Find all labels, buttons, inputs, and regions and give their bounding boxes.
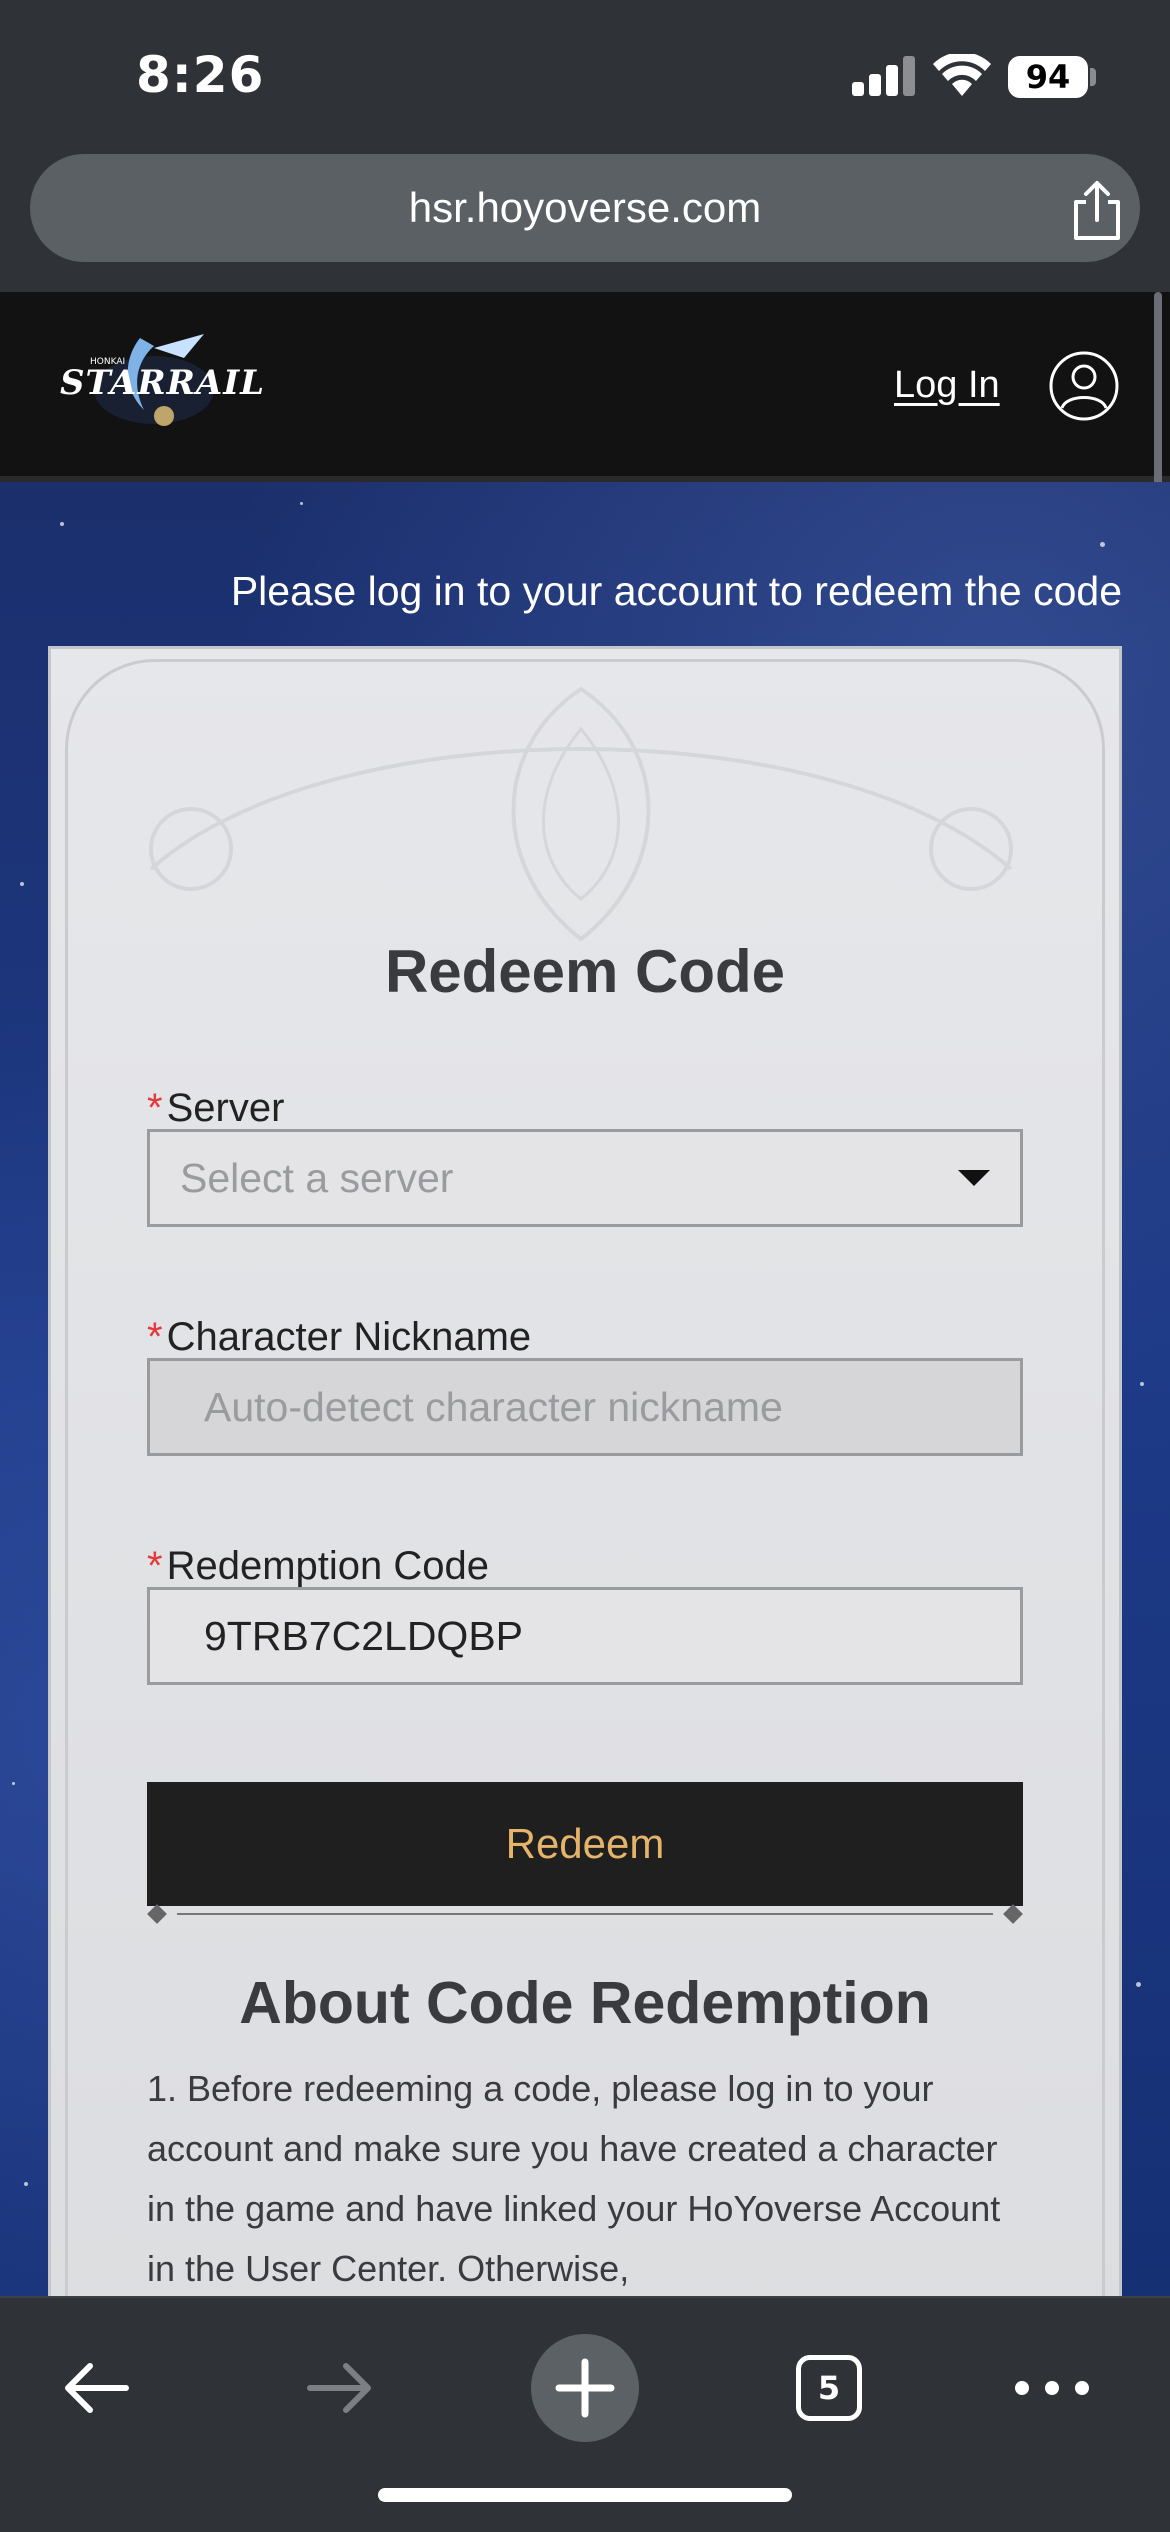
status-time: 8:26 — [136, 46, 265, 104]
signal-icon — [852, 56, 918, 96]
battery-indicator: 94 — [1008, 56, 1088, 98]
nickname-label: * Character Nickname — [147, 1315, 531, 1360]
star — [12, 1782, 15, 1785]
battery-cap — [1090, 68, 1096, 86]
card-ornament — [149, 686, 1013, 942]
forward-button[interactable] — [280, 2328, 400, 2448]
code-label: * Redemption Code — [147, 1544, 489, 1589]
home-indicator — [378, 2488, 792, 2502]
tabs-button[interactable]: 5 — [769, 2328, 889, 2448]
login-prompt: Please log in to your account to redeem … — [230, 568, 1122, 614]
star — [300, 502, 303, 505]
server-select[interactable]: Select a server — [147, 1129, 1023, 1227]
star — [1136, 1982, 1141, 1987]
new-tab-button[interactable] — [525, 2328, 645, 2448]
content-area: Please log in to your account to redeem … — [0, 482, 1170, 2296]
back-icon — [65, 2363, 129, 2413]
svg-text:STARRAIL: STARRAIL — [60, 363, 265, 403]
browser-url-bar: hsr.hoyoverse.com — [0, 150, 1170, 292]
about-text: 1. Before redeeming a code, please log i… — [147, 2068, 1001, 2289]
nickname-field[interactable]: Auto-detect character nickname — [147, 1358, 1023, 1456]
address-field[interactable]: hsr.hoyoverse.com — [30, 154, 1140, 262]
site-header: STARRAIL HONKAI Log In — [0, 292, 1170, 482]
code-label-text: Redemption Code — [166, 1544, 489, 1588]
server-placeholder: Select a server — [180, 1155, 454, 1201]
required-mark: * — [147, 1544, 163, 1588]
more-icon — [1015, 2381, 1089, 2395]
caret-down-icon — [958, 1170, 990, 1186]
star — [24, 2182, 28, 2186]
honkai-star-rail-logo[interactable]: STARRAIL HONKAI — [44, 328, 274, 438]
about-title: About Code Redemption — [239, 1970, 931, 2036]
nickname-label-text: Character Nickname — [166, 1315, 532, 1359]
redeem-card: Redeem Code * Server Select a server * Cha… — [48, 646, 1122, 2296]
star — [20, 882, 24, 886]
server-label-text: Server — [166, 1086, 285, 1130]
nickname-placeholder: Auto-detect character nickname — [204, 1384, 783, 1430]
forward-icon — [307, 2363, 371, 2413]
more-button[interactable] — [992, 2328, 1112, 2448]
redeem-button[interactable]: Redeem — [147, 1782, 1023, 1906]
form-title: Redeem Code — [384, 938, 786, 1005]
code-value: 9TRB7C2LDQBP — [204, 1613, 524, 1659]
status-bar: 8:26 94 — [0, 0, 1170, 150]
star — [1140, 1382, 1144, 1386]
screen: 8:26 94 hsr.hoyoverse.com STARRAIL HONKA… — [0, 0, 1170, 2532]
back-button[interactable] — [36, 2328, 156, 2448]
required-mark: * — [147, 1315, 163, 1359]
star — [60, 522, 64, 526]
section-divider — [147, 1904, 1023, 1924]
tabs-icon: 5 — [796, 2355, 862, 2421]
star — [1100, 542, 1105, 547]
user-icon[interactable] — [1048, 350, 1120, 422]
url-text: hsr.hoyoverse.com — [408, 184, 762, 231]
server-label: * Server — [147, 1086, 284, 1131]
required-mark: * — [147, 1086, 163, 1130]
share-icon[interactable] — [1068, 180, 1126, 242]
redemption-code-input[interactable]: 9TRB7C2LDQBP — [147, 1587, 1023, 1685]
login-link[interactable]: Log In — [894, 364, 1000, 407]
svg-text:HONKAI: HONKAI — [90, 357, 125, 367]
wifi-icon — [933, 54, 991, 96]
plus-icon — [531, 2334, 639, 2442]
